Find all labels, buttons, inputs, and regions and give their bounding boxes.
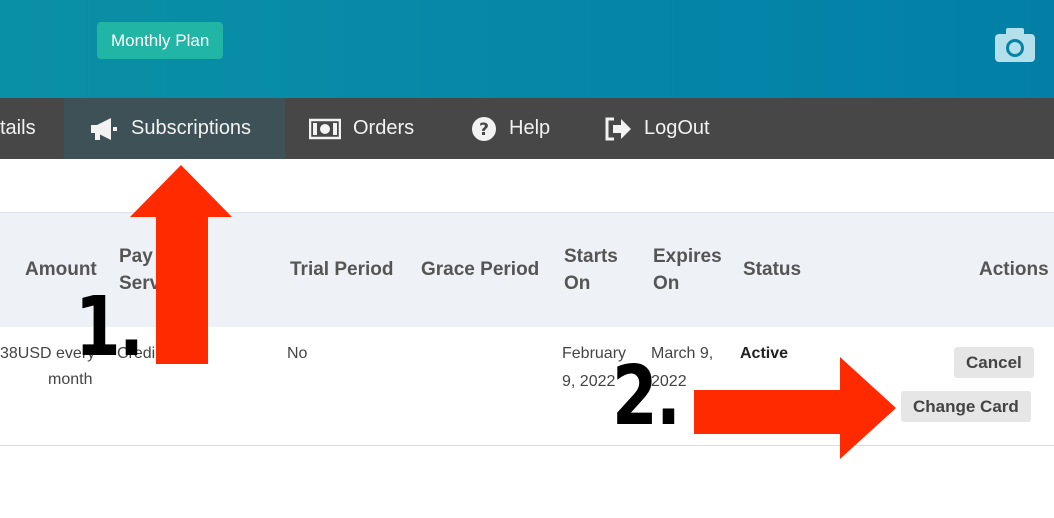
annotation-step-1: 1. bbox=[75, 280, 144, 375]
annotation-arrow-right bbox=[694, 357, 896, 459]
annotation-step-2: 2. bbox=[612, 349, 681, 444]
annotation-arrow-up bbox=[130, 165, 232, 364]
annotation-arrows bbox=[130, 165, 896, 459]
